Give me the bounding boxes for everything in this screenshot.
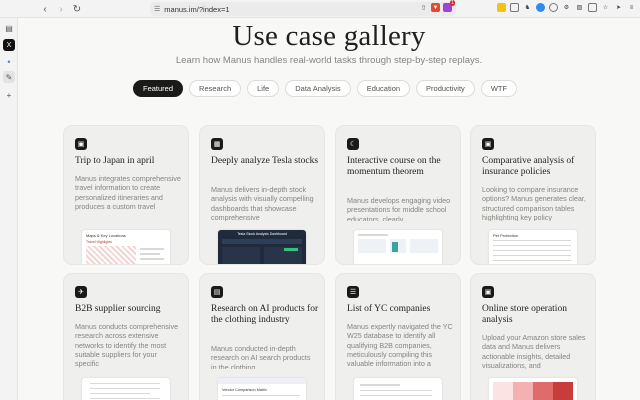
card-description: Upload your Amazon store sales data and … bbox=[482, 333, 586, 369]
extension-mask-icon[interactable]: ♞ bbox=[523, 3, 532, 12]
use-case-card[interactable]: ▣ Trip to Japan in april Manus integrate… bbox=[63, 125, 189, 265]
card-description: Manus conducted in-depth research on AI … bbox=[211, 344, 311, 369]
browser-toolbar: ‹ › ↻ ☰ manus.im/?index=1 ⇧ ▼ 1 ♞ ⚙ ▧ ☆ … bbox=[0, 0, 640, 18]
menu-icon[interactable]: ≡ bbox=[627, 3, 636, 12]
extension-circle-icon[interactable] bbox=[549, 3, 558, 12]
list-icon: ☰ bbox=[347, 286, 359, 298]
category-tabs: Featured Research Life Data Analysis Edu… bbox=[133, 80, 518, 97]
card-title: Interactive course on the momentum theor… bbox=[347, 156, 441, 177]
x-twitter-icon[interactable]: X bbox=[3, 39, 15, 51]
forward-icon[interactable]: › bbox=[54, 2, 68, 16]
card-title: Deeply analyze Tesla stocks bbox=[211, 156, 319, 166]
browser-sidebar: ▤ X • ✎ + bbox=[0, 18, 18, 400]
thumbnail-map bbox=[86, 246, 136, 264]
sidebar-add-icon[interactable]: + bbox=[3, 89, 15, 101]
briefcase-icon: ▣ bbox=[482, 138, 494, 150]
book-icon: ☾ bbox=[347, 138, 359, 150]
thumbnail-title: Vendor Comparison Matrix bbox=[222, 388, 267, 392]
thumbnail-heatmap bbox=[493, 382, 573, 400]
card-title: Online store operation analysis bbox=[482, 304, 567, 325]
tab-life[interactable]: Life bbox=[247, 80, 280, 97]
card-description: Manus conducts comprehensive research ac… bbox=[75, 322, 179, 368]
card-thumbnail bbox=[354, 378, 442, 400]
card-thumbnail bbox=[489, 378, 577, 400]
tab-education[interactable]: Education bbox=[356, 80, 411, 97]
card-thumbnail: Tesla Stock Analysis Dashboard bbox=[218, 230, 306, 264]
rewards-badge: 1 bbox=[450, 0, 455, 6]
card-description: Manus integrates comprehensive travel in… bbox=[75, 174, 181, 211]
briefcase-icon: ▣ bbox=[482, 286, 494, 298]
use-case-card[interactable]: ▣ Online store operation analysis Upload… bbox=[470, 273, 596, 400]
card-title: Trip to Japan in april bbox=[75, 156, 155, 166]
bookmark-icon[interactable]: ☆ bbox=[601, 3, 610, 12]
brave-shield-icon[interactable]: ▼ bbox=[431, 3, 440, 12]
tab-research[interactable]: Research bbox=[189, 80, 242, 97]
back-icon[interactable]: ‹ bbox=[38, 2, 52, 16]
rewards-icon[interactable]: 1 bbox=[443, 0, 455, 12]
extension-yellow-icon[interactable] bbox=[497, 3, 506, 12]
extension-send-icon[interactable]: ➤ bbox=[614, 3, 623, 12]
card-title: Comparative analysis of insurance polici… bbox=[482, 156, 575, 177]
reload-icon[interactable]: ↻ bbox=[70, 2, 84, 16]
card-thumbnail bbox=[82, 378, 170, 400]
tab-wtf[interactable]: WTF bbox=[480, 80, 518, 97]
tab-data-analysis[interactable]: Data Analysis bbox=[285, 80, 351, 97]
address-text: manus.im/?index=1 bbox=[164, 4, 230, 14]
extension-gear-icon[interactable]: ⚙ bbox=[562, 3, 571, 12]
chart-icon: ▦ bbox=[211, 138, 223, 150]
card-title: Research on AI products for the clothing… bbox=[211, 304, 319, 325]
puzzle-icon[interactable]: ▧ bbox=[575, 3, 584, 12]
use-case-card[interactable]: ▣ Comparative analysis of insurance poli… bbox=[470, 125, 596, 265]
sidebar-panel-icon[interactable]: ▤ bbox=[3, 22, 15, 34]
card-thumbnail: Pet Protection bbox=[489, 230, 577, 264]
window-icon[interactable] bbox=[588, 3, 597, 12]
use-case-card[interactable]: ▤ Research on AI products for the clothi… bbox=[199, 273, 325, 400]
rocket-icon: ✈ bbox=[75, 286, 87, 298]
card-thumbnail: Vendor Comparison Matrix bbox=[218, 378, 306, 400]
sidebar-dot-icon[interactable]: • bbox=[3, 56, 15, 68]
card-description: Looking to compare insurance options? Ma… bbox=[482, 185, 586, 221]
thumbnail-subtitle: Travel Highlights bbox=[86, 240, 112, 244]
address-bar[interactable]: ☰ manus.im/?index=1 ⇧ ▼ 1 bbox=[150, 0, 456, 16]
thumbnail-title: Tesla Stock Analysis Dashboard bbox=[237, 232, 287, 236]
tab-featured[interactable]: Featured bbox=[133, 80, 184, 97]
tab-productivity[interactable]: Productivity bbox=[416, 80, 475, 97]
thumbnail-title: Maps & Key Locations bbox=[86, 233, 126, 238]
page-title: Use case gallery bbox=[232, 20, 426, 52]
card-title: B2B supplier sourcing bbox=[75, 304, 161, 314]
sidebar-link-icon[interactable]: ✎ bbox=[3, 71, 15, 83]
card-description: Manus expertly navigated the YC W25 data… bbox=[347, 322, 453, 368]
extension-table-icon[interactable] bbox=[510, 3, 519, 12]
card-thumbnail bbox=[354, 230, 442, 264]
use-case-card[interactable]: ✈ B2B supplier sourcing Manus conducts c… bbox=[63, 273, 189, 400]
card-thumbnail: Maps & Key Locations Travel Highlights bbox=[82, 230, 170, 264]
use-case-card[interactable]: ☰ List of YC companies Manus expertly na… bbox=[335, 273, 461, 400]
use-case-card[interactable]: ☾ Interactive course on the momentum the… bbox=[335, 125, 461, 265]
site-settings-icon[interactable]: ☰ bbox=[154, 5, 160, 13]
extension-blue-icon[interactable] bbox=[536, 3, 545, 12]
page-subtitle: Learn how Manus handles real-world tasks… bbox=[175, 55, 483, 66]
card-description: Manus delivers in-depth stock analysis w… bbox=[211, 185, 314, 221]
card-description: Manus develops engaging video presentati… bbox=[347, 196, 451, 221]
card-title: List of YC companies bbox=[347, 304, 431, 314]
briefcase-icon: ▣ bbox=[75, 138, 87, 150]
address-bar-actions: ⇧ ▼ 1 bbox=[419, 0, 455, 12]
extensions-bar: ♞ ⚙ ▧ ☆ ➤ ≡ bbox=[497, 3, 636, 12]
document-icon: ▤ bbox=[211, 286, 223, 298]
use-case-card[interactable]: ▦ Deeply analyze Tesla stocks Manus deli… bbox=[199, 125, 325, 265]
thumbnail-title: Pet Protection bbox=[493, 233, 519, 238]
share-icon[interactable]: ⇧ bbox=[419, 3, 428, 12]
navigation-buttons: ‹ › ↻ bbox=[38, 2, 84, 16]
page-content: Use case gallery Learn how Manus handles… bbox=[18, 18, 640, 400]
